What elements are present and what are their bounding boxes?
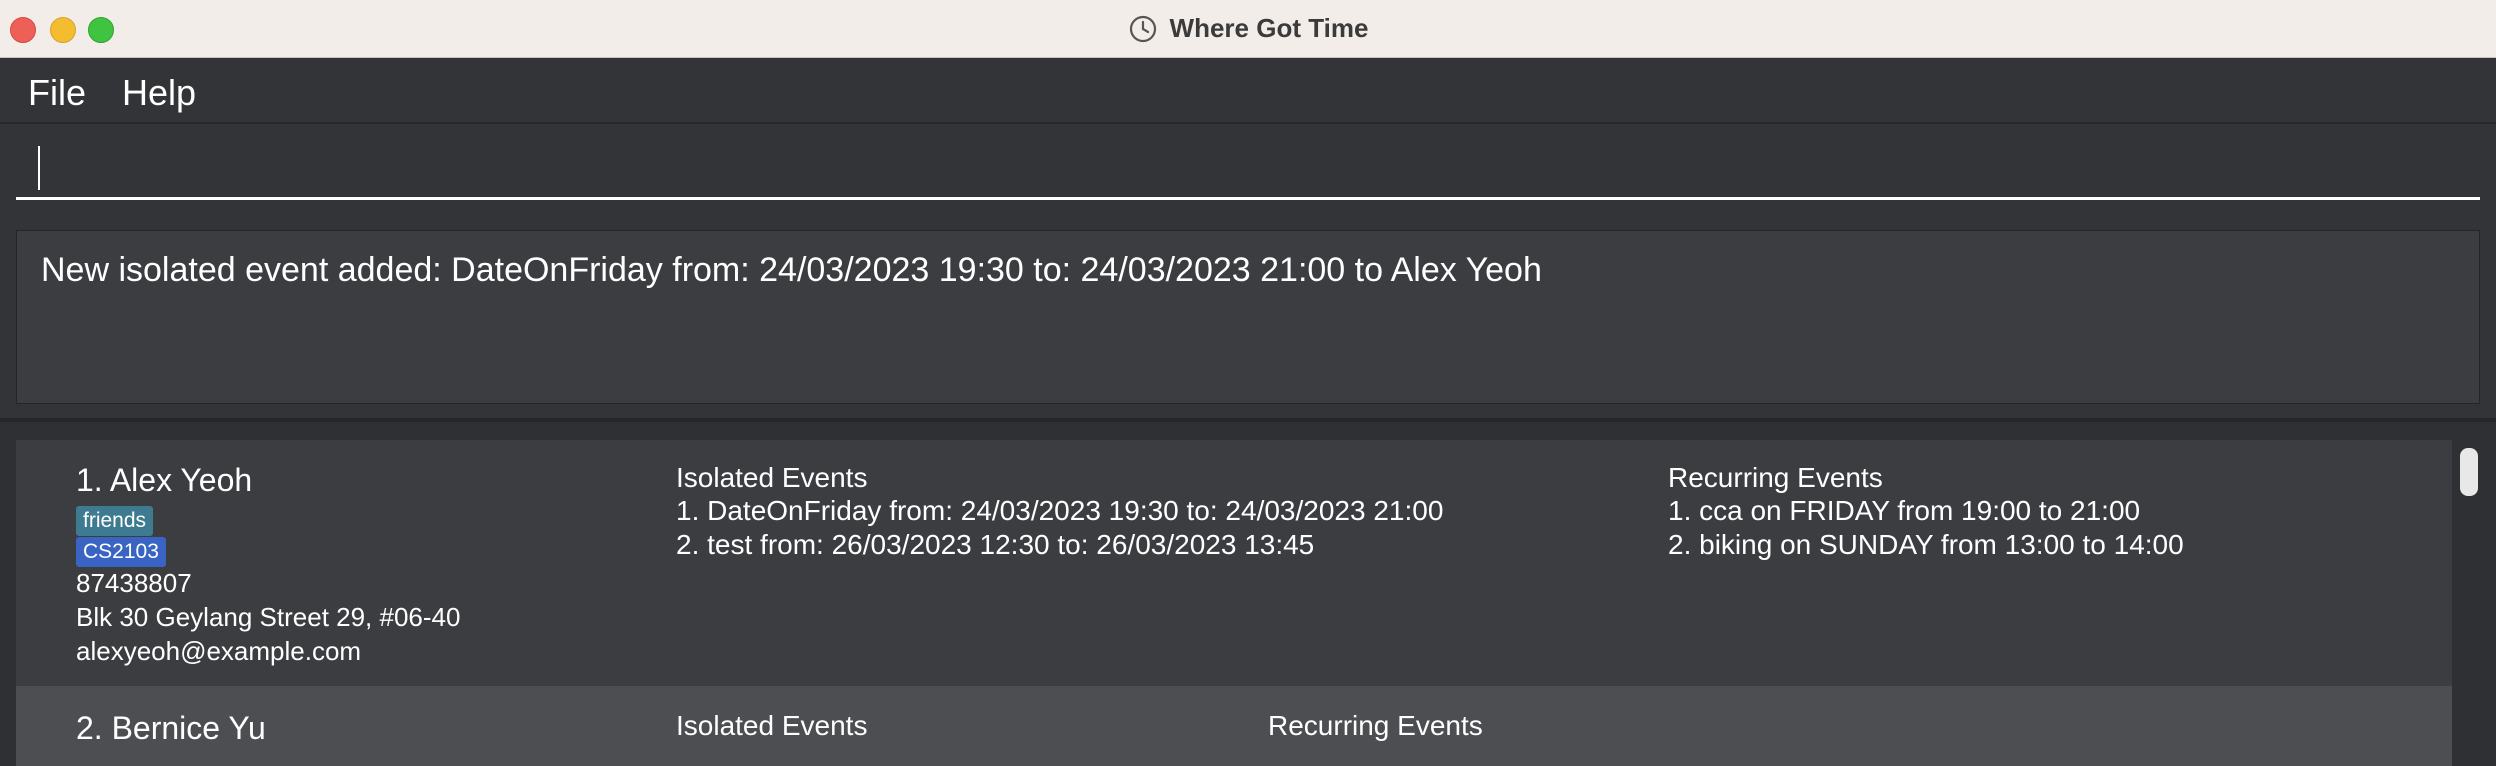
recurring-events-title: Recurring Events (1268, 710, 1483, 741)
tag-cs2103: CS2103 (76, 537, 166, 567)
person-name: 1. Alex Yeoh (76, 462, 253, 498)
recurring-event-item: 1. cca on FRIDAY from 19:00 to 21:00 (1668, 495, 2141, 526)
recurring-events-title: Recurring Events (1668, 462, 1883, 493)
menu-help[interactable]: Help (116, 68, 202, 118)
title-bar: Where Got Time (0, 0, 2496, 58)
isolated-events-section: Isolated Events (676, 710, 867, 742)
scrollbar-thumb[interactable] (2460, 448, 2478, 496)
menu-bar: File Help (0, 58, 2496, 124)
person-card-selected[interactable]: 2. Bernice Yu Isolated Events Recurring … (16, 686, 2452, 766)
person-list: 1. Alex Yeoh friends CS2103 87438807 Blk… (0, 422, 2496, 766)
recurring-event-item: 2. biking on SUNDAY from 13:00 to 14:00 (1668, 529, 2184, 560)
person-card[interactable]: 1. Alex Yeoh friends CS2103 87438807 Blk… (16, 440, 2452, 686)
isolated-events-title: Isolated Events (676, 462, 868, 493)
result-box[interactable]: New isolated event added: DateOnFriday f… (16, 230, 2480, 404)
window-title-group: Where Got Time (0, 0, 2496, 57)
person-phone: 87438807 (76, 568, 192, 598)
person-name: 2. Bernice Yu (76, 710, 266, 746)
person-email: alexyeoh@example.com (76, 636, 362, 666)
person-address: Blk 30 Geylang Street 29, #06-40 (76, 602, 461, 632)
recurring-events-section: Recurring Events (1268, 710, 1483, 742)
command-box (0, 124, 2496, 220)
result-display: New isolated event added: DateOnFriday f… (0, 220, 2496, 418)
recurring-events-section: Recurring Events 1. cca on FRIDAY from 1… (1668, 462, 2184, 562)
clock-icon (1129, 15, 1156, 42)
text-caret (38, 146, 40, 190)
tag-friends: friends (76, 506, 154, 536)
isolated-events-title: Isolated Events (676, 710, 868, 741)
isolated-event-item: 2. test from: 26/03/2023 12:30 to: 26/03… (676, 529, 1315, 560)
result-message: New isolated event added: DateOnFriday f… (41, 251, 1542, 289)
isolated-events-section: Isolated Events 1. DateOnFriday from: 24… (676, 462, 1443, 562)
isolated-event-item: 1. DateOnFriday from: 24/03/2023 19:30 t… (676, 495, 1444, 526)
menu-file[interactable]: File (22, 68, 92, 118)
command-input[interactable] (16, 138, 2480, 200)
window-title: Where Got Time (1169, 13, 1369, 43)
